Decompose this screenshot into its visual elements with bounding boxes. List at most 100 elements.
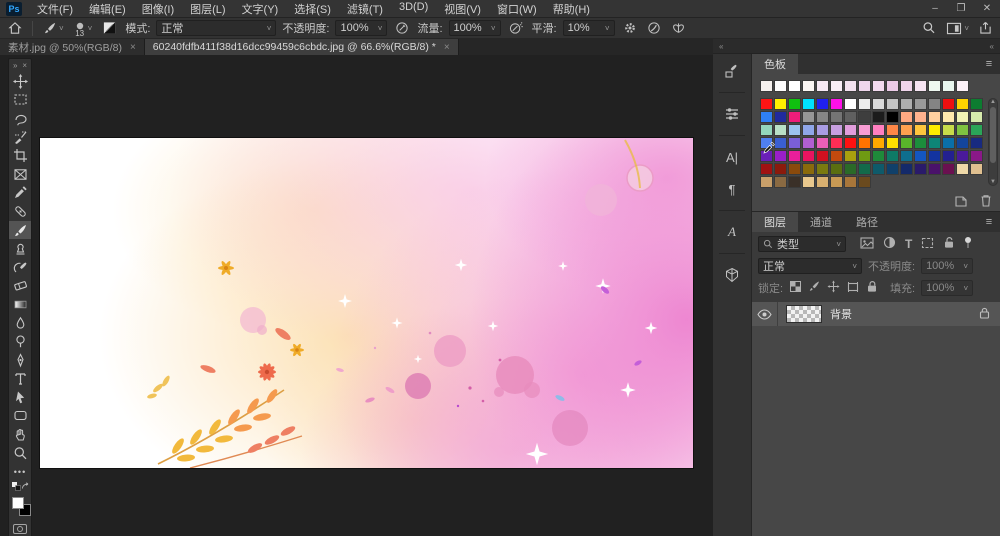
move-tool[interactable] [9,72,31,91]
color-swatch[interactable] [872,124,885,136]
color-swatch[interactable] [900,163,913,175]
color-swatch[interactable] [956,150,969,162]
color-swatch[interactable] [830,98,843,110]
color-swatch[interactable] [788,163,801,175]
color-swatch[interactable] [774,150,787,162]
color-swatch[interactable] [942,150,955,162]
color-swatch[interactable] [970,98,983,110]
color-swatch[interactable] [886,150,899,162]
color-swatch[interactable] [788,80,801,92]
path-selection-tool[interactable] [9,388,31,407]
menu-item[interactable]: 帮助(H) [546,0,597,19]
color-swatch[interactable] [802,80,815,92]
pen-tool[interactable] [9,351,31,370]
color-swatch[interactable] [886,137,899,149]
color-swatch[interactable] [900,80,913,92]
color-swatch[interactable] [900,150,913,162]
color-swatch[interactable] [872,111,885,123]
airbrush-icon[interactable] [507,20,526,36]
color-swatch[interactable] [774,111,787,123]
size-pressure-icon[interactable] [645,20,663,36]
color-swatch[interactable] [872,98,885,110]
type-tool[interactable] [9,370,31,389]
toolbar-collapse-icon[interactable]: » [13,61,17,70]
share-icon[interactable] [977,20,994,36]
flow-input[interactable]: 100%˅ [449,20,501,36]
new-swatch-icon[interactable] [954,194,968,210]
gradient-tool[interactable] [9,295,31,314]
filter-type-layers-icon[interactable]: T [905,237,912,251]
eraser-tool[interactable] [9,277,31,296]
shape-tool[interactable] [9,407,31,426]
color-swatch[interactable] [830,111,843,123]
tab-swatches[interactable]: 色板 [752,54,798,74]
workspace-switcher-icon[interactable]: ˅ [944,21,971,36]
blend-mode-select[interactable]: 正常˅ [156,20,276,36]
layer-thumbnail[interactable] [786,305,822,323]
color-swatch[interactable] [774,124,787,136]
color-swatch[interactable] [970,111,983,123]
color-swatch[interactable] [914,98,927,110]
smoothing-input[interactable]: 10%˅ [563,20,615,36]
color-swatch[interactable] [802,111,815,123]
color-swatch[interactable] [788,137,801,149]
lock-position-icon[interactable] [827,280,840,296]
color-swatch[interactable] [830,137,843,149]
color-swatch[interactable] [886,80,899,92]
color-swatch[interactable] [928,163,941,175]
color-swatch[interactable] [844,124,857,136]
foreground-background-colors[interactable] [12,497,34,521]
color-swatch[interactable] [858,137,871,149]
color-swatch[interactable] [844,98,857,110]
menu-item[interactable]: 图层(L) [183,0,232,19]
color-swatch[interactable] [858,163,871,175]
swatches-panel-menu-icon[interactable]: ≡ [978,54,1000,74]
layer-visibility-eye-icon[interactable] [752,302,778,326]
foreground-color-swatch[interactable] [12,497,24,509]
menu-item[interactable]: 文件(F) [30,0,80,19]
color-swatch[interactable] [928,111,941,123]
properties-panel-icon[interactable] [720,103,744,125]
color-swatch[interactable] [928,80,941,92]
smoothing-options-gear-icon[interactable] [621,20,639,36]
color-swatch[interactable] [886,124,899,136]
color-swatch[interactable] [942,98,955,110]
color-swatch[interactable] [956,98,969,110]
brush-size-picker[interactable]: 13 ˅ [72,20,95,37]
color-swatch[interactable] [886,111,899,123]
libraries-panel-icon[interactable] [720,264,744,286]
hand-tool[interactable] [9,425,31,444]
color-swatch[interactable] [830,163,843,175]
color-swatch[interactable] [914,80,927,92]
quick-mask-icon[interactable] [13,524,27,534]
blur-tool[interactable] [9,314,31,333]
document-canvas[interactable] [40,138,693,468]
edit-toolbar-icon[interactable]: ••• [9,462,31,481]
color-swatch[interactable] [760,150,773,162]
color-swatch[interactable] [886,98,899,110]
close-button[interactable]: ✕ [974,0,1000,17]
scrollbar-thumb[interactable] [990,107,996,163]
filter-adjustment-layers-icon[interactable] [883,236,896,252]
color-swatch[interactable] [844,176,857,188]
color-swatch[interactable] [788,150,801,162]
color-swatch[interactable] [802,176,815,188]
color-swatch[interactable] [970,124,983,136]
color-swatch[interactable] [788,124,801,136]
clone-stamp-tool[interactable] [9,239,31,258]
object-selection-tool[interactable] [9,128,31,147]
color-swatch[interactable] [970,137,983,149]
history-brush-tool[interactable] [9,258,31,277]
menu-item[interactable]: 图像(I) [135,0,181,19]
menu-item[interactable]: 选择(S) [287,0,338,19]
layer-locked-icon[interactable] [979,307,990,322]
color-swatch[interactable] [816,111,829,123]
color-swatch[interactable] [802,150,815,162]
tab-paths[interactable]: 路径 [844,212,890,232]
restore-button[interactable]: ❐ [948,0,974,17]
document-tab[interactable]: 60240fdfb411f38d16dcc99459c6cbdc.jpg @ 6… [145,39,459,55]
lock-all-icon[interactable] [866,280,878,296]
tab-close-icon[interactable]: × [444,42,450,53]
color-swatch[interactable] [802,163,815,175]
canvas-area[interactable]: » × [0,55,713,536]
